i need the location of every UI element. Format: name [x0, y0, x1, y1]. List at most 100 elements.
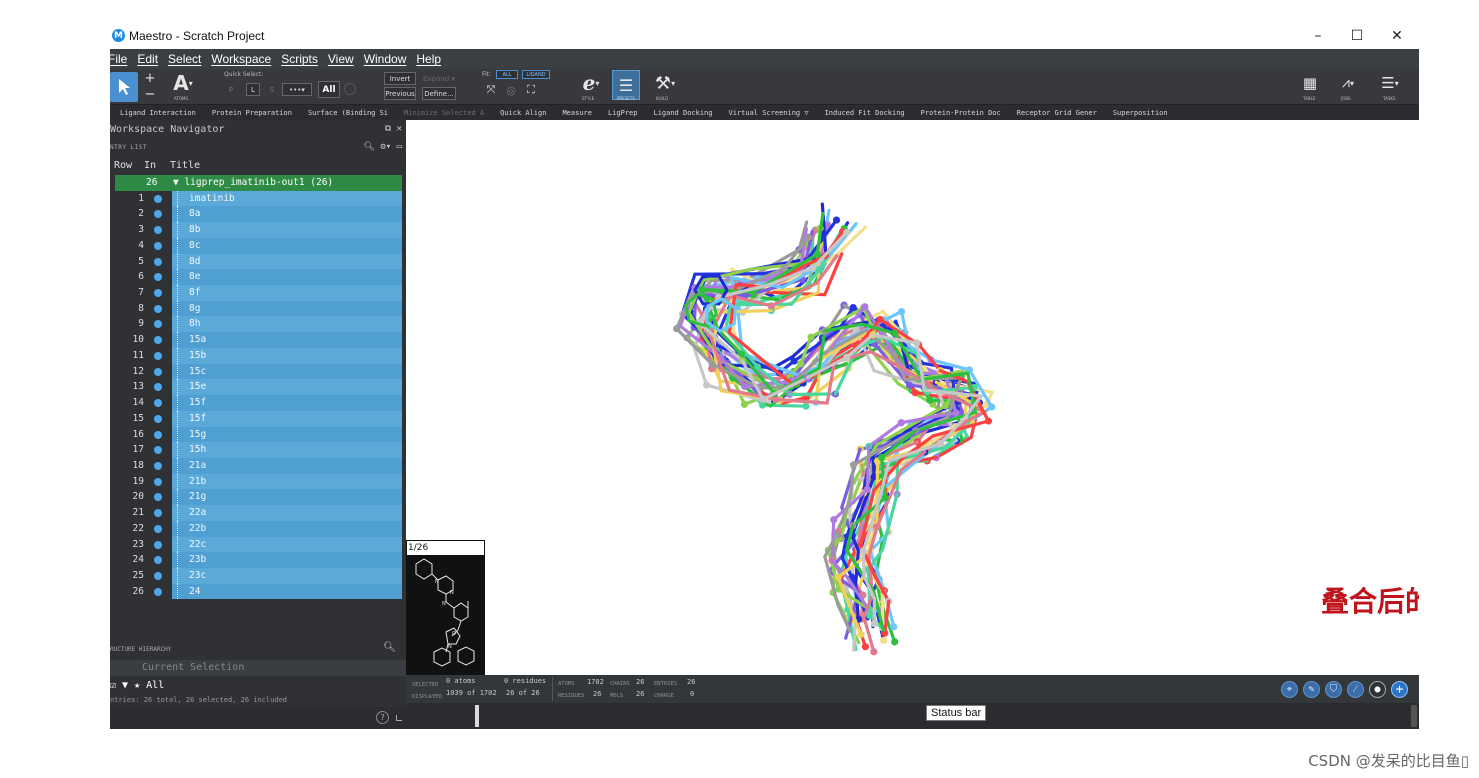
help-icon[interactable]: ?	[376, 711, 389, 724]
quick-select-more[interactable]: •••▾	[282, 83, 312, 96]
menu-select[interactable]: Select	[168, 52, 201, 66]
title-cell[interactable]: 8e	[172, 269, 402, 286]
workflow-ligand-interaction[interactable]: Ligand Interaction	[120, 109, 196, 117]
column-row-header[interactable]: Row	[114, 160, 132, 171]
reset-view-icon[interactable]: ◎	[504, 83, 518, 97]
table-row[interactable]: 17 15h	[110, 442, 402, 458]
title-cell[interactable]: 15g	[172, 426, 402, 443]
search-icon[interactable]: 🔍︎	[383, 642, 396, 653]
atoms-label-button[interactable]: A ▾	[168, 71, 198, 95]
included-dot-icon[interactable]	[154, 540, 162, 549]
included-dot-icon[interactable]	[154, 367, 162, 376]
included-dot-icon[interactable]	[154, 351, 162, 360]
title-cell[interactable]: 15f	[172, 410, 402, 427]
workflow-protein-protein-docking[interactable]: Protein-Protein Doc	[921, 109, 1001, 117]
table-row[interactable]: 19 21b	[110, 473, 402, 490]
quick-select-all[interactable]: All	[318, 81, 340, 98]
workflow-surface[interactable]: Surface (Binding Si	[308, 109, 388, 117]
title-cell[interactable]: 8c	[172, 237, 402, 254]
table-row[interactable]: 13 15e	[110, 379, 402, 396]
plus-icon[interactable]: +	[144, 71, 156, 86]
workflow-ligprep[interactable]: LigPrep	[608, 109, 638, 117]
table-row[interactable]: 4 8c	[110, 237, 402, 254]
included-dot-icon[interactable]	[154, 524, 162, 533]
invert-button[interactable]: Invert	[384, 72, 416, 85]
title-cell[interactable]: 8a	[172, 206, 402, 223]
included-dot-icon[interactable]	[154, 571, 162, 580]
included-dot-icon[interactable]	[154, 320, 162, 329]
maximize-button[interactable]: ☐	[1337, 22, 1377, 49]
entry-group-row[interactable]: 26 ▼ ligprep_imatinib-out1 (26)	[110, 175, 402, 191]
tag-icon[interactable]: ⌖	[1281, 681, 1298, 698]
quick-select-s[interactable]: S	[266, 83, 278, 96]
workflow-receptor-grid[interactable]: Receptor Grid Gener	[1017, 109, 1097, 117]
table-row[interactable]: 12 15c	[110, 363, 402, 380]
status-bar-grip[interactable]	[1411, 705, 1417, 727]
resize-grip-icon[interactable]	[396, 715, 402, 721]
table-row[interactable]: 11 15b	[110, 347, 402, 364]
menu-file[interactable]: File	[110, 52, 127, 66]
previous-button[interactable]: Previous	[384, 87, 416, 100]
included-dot-icon[interactable]	[154, 304, 162, 313]
title-cell[interactable]: 15b	[172, 347, 402, 364]
included-dot-icon[interactable]	[154, 273, 162, 282]
table-grid-icon[interactable]: ▦	[1299, 72, 1321, 94]
title-cell[interactable]: 23c	[172, 567, 402, 584]
title-cell[interactable]: 21b	[172, 473, 402, 490]
tasks-list-icon[interactable]: ☰ ▾	[1374, 72, 1406, 94]
table-row[interactable]: 2 8a	[110, 206, 402, 223]
style-button[interactable]: ℯ ▾	[576, 71, 606, 95]
minus-icon[interactable]: −	[144, 87, 156, 102]
table-row[interactable]: 14 15f	[110, 395, 402, 411]
table-row[interactable]: 21 22a	[110, 505, 402, 521]
workflow-quick-align[interactable]: Quick Align	[500, 109, 546, 117]
included-dot-icon[interactable]	[154, 477, 162, 486]
title-cell[interactable]: 22c	[172, 536, 402, 553]
title-cell[interactable]: 23b	[172, 552, 402, 568]
menu-view[interactable]: View	[328, 52, 354, 66]
table-row[interactable]: 23 22c	[110, 536, 402, 553]
column-title-header[interactable]: Title	[170, 160, 200, 171]
included-dot-icon[interactable]	[154, 461, 162, 470]
target-icon[interactable]	[344, 83, 356, 95]
quick-select-p[interactable]: P	[224, 83, 238, 96]
title-cell[interactable]: 15f	[172, 395, 402, 411]
included-dot-icon[interactable]	[154, 509, 162, 518]
included-dot-icon[interactable]	[154, 383, 162, 392]
table-row[interactable]: 5 8d	[110, 253, 402, 270]
workflow-ligand-docking[interactable]: Ligand Docking	[653, 109, 712, 117]
table-row[interactable]: 22 22b	[110, 520, 402, 537]
title-cell[interactable]: 22b	[172, 520, 402, 537]
menu-window[interactable]: Window	[364, 52, 407, 66]
included-dot-icon[interactable]	[154, 194, 162, 203]
shield-icon[interactable]: ⛉	[1325, 681, 1342, 698]
included-dot-icon[interactable]	[154, 210, 162, 219]
table-row[interactable]: 10 15a	[110, 332, 402, 348]
title-cell[interactable]: 8d	[172, 253, 402, 270]
workflow-superposition[interactable]: Superposition	[1113, 109, 1168, 117]
status-bar-splitter[interactable]	[475, 705, 479, 727]
table-row[interactable]: 8 8g	[110, 300, 402, 317]
workflow-induced-fit-docking[interactable]: Induced Fit Docking	[825, 109, 905, 117]
entry-list-tools-icon[interactable]: 🔍︎ ⚙▾ ▭	[363, 142, 402, 152]
current-selection-field[interactable]: Current Selection	[110, 660, 406, 676]
workflow-protein-preparation[interactable]: Protein Preparation	[212, 109, 292, 117]
table-row[interactable]: 9 8h	[110, 316, 402, 333]
menu-edit[interactable]: Edit	[137, 52, 158, 66]
title-cell[interactable]: 15a	[172, 332, 402, 348]
brush-icon[interactable]: ⁄	[1347, 681, 1364, 698]
included-dot-icon[interactable]	[154, 289, 162, 298]
jobs-monitor-icon[interactable]: ⩘ ▾	[1332, 72, 1364, 94]
table-row[interactable]: 24 23b	[110, 552, 402, 568]
included-dot-icon[interactable]	[154, 556, 162, 565]
table-row[interactable]: 25 23c	[110, 567, 402, 584]
title-cell[interactable]: 8b	[172, 222, 402, 238]
title-cell[interactable]: 21a	[172, 457, 402, 474]
title-cell[interactable]: 15c	[172, 363, 402, 380]
table-row[interactable]: 6 8e	[110, 269, 402, 286]
title-cell[interactable]: 15h	[172, 442, 402, 458]
expand-button[interactable]: Expand ▾	[422, 72, 456, 85]
included-dot-icon[interactable]	[154, 446, 162, 455]
close-button[interactable]: ✕	[1377, 22, 1417, 49]
title-cell[interactable]: 8h	[172, 316, 402, 333]
